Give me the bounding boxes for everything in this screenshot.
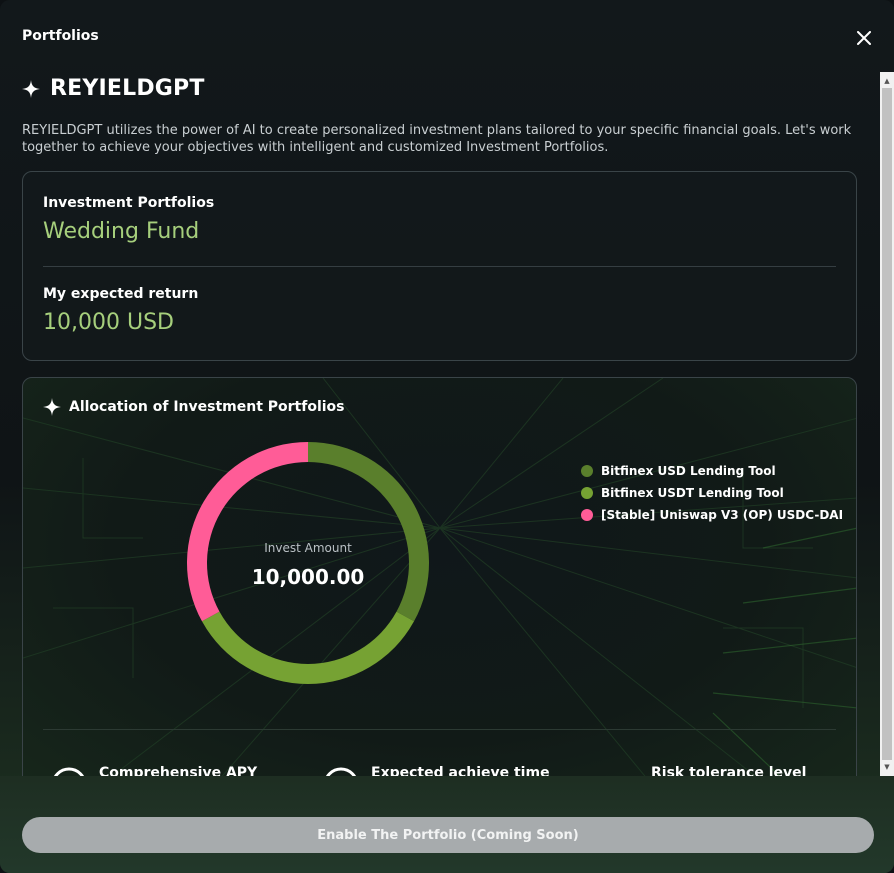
scroll-up-arrow-icon[interactable]: ▲	[880, 74, 894, 88]
modal-scroll-area[interactable]: REYIELDGPT REYIELDGPT utilizes the power…	[0, 72, 880, 776]
legend-item: Bitfinex USDT Lending Tool	[581, 482, 843, 504]
legend-label: Bitfinex USDT Lending Tool	[601, 486, 784, 500]
donut-slice	[201, 611, 415, 684]
clock-icon	[325, 767, 357, 776]
close-icon	[857, 31, 871, 45]
legend-dot	[581, 487, 593, 499]
donut-slice	[187, 442, 308, 622]
metric-risk-level-label: Risk tolerance level	[651, 765, 807, 776]
scroll-down-arrow-icon[interactable]: ▼	[880, 760, 894, 774]
metric-achieve-time: Expected achieve time	[321, 765, 550, 776]
apy-icon	[53, 767, 85, 776]
allocation-card: Allocation of Investment Portfolios Inve…	[22, 377, 857, 776]
allocation-divider	[43, 729, 836, 730]
enable-portfolio-button[interactable]: Enable The Portfolio (Coming Soon)	[22, 817, 874, 853]
invest-amount-label: Invest Amount	[264, 541, 352, 555]
sparkle-icon	[22, 79, 40, 98]
metric-achieve-time-label: Expected achieve time	[371, 765, 550, 776]
brand-row: REYIELDGPT	[22, 76, 205, 101]
return-value: 10,000 USD	[43, 310, 174, 335]
modal-title: Portfolios	[22, 28, 99, 44]
summary-divider	[43, 266, 836, 267]
portfolios-modal: Portfolios REYIELDGPT REYIELDGPT utilize…	[0, 0, 894, 873]
portfolio-value: Wedding Fund	[43, 219, 200, 244]
allocation-title-row: Allocation of Investment Portfolios	[43, 398, 345, 416]
legend-item: [Stable] Uniswap V3 (OP) USDC-DAI	[581, 504, 843, 526]
invest-amount-value: 10,000.00	[252, 565, 365, 589]
return-label: My expected return	[43, 286, 199, 302]
close-button[interactable]	[852, 26, 876, 50]
scrollbar[interactable]: ▲ ▼	[880, 72, 894, 776]
legend-dot	[581, 509, 593, 521]
legend-label: Bitfinex USD Lending Tool	[601, 464, 776, 478]
allocation-legend: Bitfinex USD Lending Tool Bitfinex USDT …	[581, 460, 843, 526]
allocation-title: Allocation of Investment Portfolios	[69, 399, 345, 415]
donut-slice	[308, 442, 429, 622]
summary-card: Investment Portfolios Wedding Fund My ex…	[22, 171, 857, 361]
legend-item: Bitfinex USD Lending Tool	[581, 460, 843, 482]
legend-label: [Stable] Uniswap V3 (OP) USDC-DAI	[601, 508, 844, 522]
scrollbar-thumb[interactable]	[882, 88, 892, 760]
sparkle-icon	[43, 398, 61, 416]
modal-footer: Enable The Portfolio (Coming Soon)	[0, 776, 894, 873]
allocation-donut-chart: Invest Amount 10,000.00	[187, 442, 429, 684]
metric-apy: Comprehensive APY	[49, 765, 257, 776]
modal-header: Portfolios	[0, 0, 894, 72]
background-pattern	[23, 378, 856, 776]
brand-name: REYIELDGPT	[50, 76, 205, 101]
metric-risk-level: Risk tolerance level	[651, 765, 806, 776]
legend-dot	[581, 465, 593, 477]
metric-apy-label: Comprehensive APY	[99, 765, 258, 776]
portfolio-label: Investment Portfolios	[43, 195, 215, 211]
intro-text: REYIELDGPT utilizes the power of AI to c…	[22, 123, 852, 155]
